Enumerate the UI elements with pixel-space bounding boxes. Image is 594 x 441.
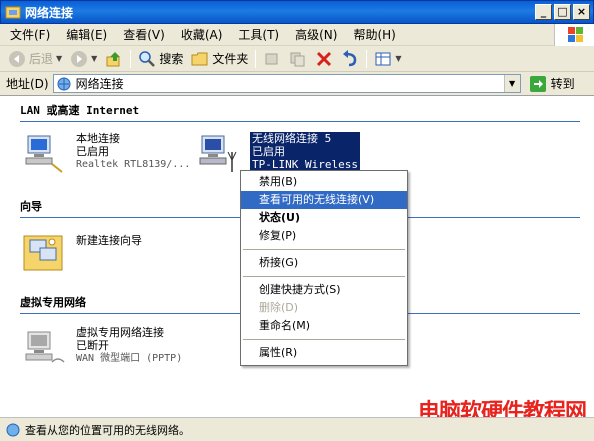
delete-button[interactable] <box>311 48 337 70</box>
forward-arrow-icon <box>71 50 88 67</box>
window-title: 网络连接 <box>25 5 74 20</box>
network-status-icon <box>6 423 20 436</box>
local-connection-status: 已启用 <box>76 145 109 158</box>
back-dropdown-icon[interactable]: ▼ <box>56 54 62 63</box>
new-connection-wizard-item[interactable]: 新建连接向导 <box>22 230 142 274</box>
menu-disable[interactable]: 禁用(B) <box>241 173 407 191</box>
menu-rename[interactable]: 重命名(M) <box>241 317 407 335</box>
back-button[interactable]: 后退 ▼ <box>4 48 66 70</box>
move-to-button[interactable] <box>259 48 285 70</box>
new-connection-wizard-name: 新建连接向导 <box>76 234 142 247</box>
address-bar: 地址(D) 网络连接 ▼ 转到 <box>0 72 594 96</box>
network-globe-icon <box>57 77 71 90</box>
menu-status[interactable]: 状态(U) <box>241 209 407 227</box>
vpn-connection-item[interactable]: 虚拟专用网络连接 已断开 WAN 微型端口 (PPTP) <box>22 326 182 370</box>
address-value: 网络连接 <box>75 77 124 91</box>
views-dropdown-icon[interactable]: ▼ <box>395 54 401 63</box>
group-header-lan: LAN 或高速 Internet <box>20 102 580 122</box>
local-connection-name: 本地连接 <box>76 132 120 145</box>
local-connection-item[interactable]: 本地连接 已启用 Realtek RTL8139/... <box>22 132 190 176</box>
toolbar-separator <box>130 49 132 68</box>
views-button[interactable]: ▼ <box>370 48 405 70</box>
menu-separator <box>243 339 405 340</box>
search-button[interactable]: 搜索 <box>134 48 187 70</box>
copy-to-icon <box>290 52 305 66</box>
menu-file[interactable]: 文件(F) <box>4 24 60 45</box>
close-button[interactable]: × <box>573 4 590 20</box>
menu-bar: 文件(F) 编辑(E) 查看(V) 收藏(A) 工具(T) 高级(N) 帮助(H… <box>0 24 594 46</box>
wireless-connection-icon <box>199 135 237 172</box>
network-folder-icon <box>5 6 21 19</box>
folders-button[interactable]: 文件夹 <box>187 48 252 70</box>
minimize-button[interactable]: _ <box>535 4 552 20</box>
menu-bridge[interactable]: 桥接(G) <box>241 254 407 272</box>
wireless-connection-status: 已启用 <box>252 145 285 158</box>
toolbar-separator <box>255 49 257 68</box>
up-button[interactable] <box>101 48 127 70</box>
menu-edit[interactable]: 编辑(E) <box>60 24 117 45</box>
status-text: 查看从您的位置可用的无线网络。 <box>25 423 190 437</box>
copy-to-button[interactable] <box>285 48 311 70</box>
title-bar: 网络连接 _ □ × <box>0 0 594 24</box>
wizard-icon <box>23 235 63 271</box>
back-arrow-icon <box>9 50 25 67</box>
status-bar: 查看从您的位置可用的无线网络。 <box>0 417 594 441</box>
menu-help[interactable]: 帮助(H) <box>347 24 405 45</box>
menu-view[interactable]: 查看(V) <box>117 24 175 45</box>
go-label: 转到 <box>550 77 575 91</box>
menu-tools[interactable]: 工具(T) <box>232 24 289 45</box>
lan-connection-icon <box>25 135 63 173</box>
menu-properties[interactable]: 属性(R) <box>241 344 407 362</box>
menu-advanced[interactable]: 高级(N) <box>289 24 347 45</box>
vpn-connection-icon <box>25 331 65 363</box>
undo-button[interactable] <box>337 48 363 70</box>
vpn-connection-status: 已断开 <box>76 339 109 352</box>
up-folder-icon <box>106 51 121 66</box>
views-grid-icon <box>375 52 391 65</box>
maximize-button[interactable]: □ <box>554 4 571 20</box>
windows-logo <box>554 24 594 46</box>
address-dropdown-icon[interactable]: ▼ <box>503 75 520 92</box>
wireless-connection-label: 无线网络连接 5 已启用 TP-LINK Wireless <box>250 132 360 171</box>
menu-delete: 删除(D) <box>259 301 299 314</box>
search-label: 搜索 <box>159 52 184 66</box>
menu-separator <box>243 276 405 277</box>
forward-button[interactable]: ▼ <box>66 48 101 70</box>
back-label: 后退 <box>29 52 54 66</box>
menu-create-shortcut[interactable]: 创建快捷方式(S) <box>241 281 407 299</box>
toolbar-separator <box>366 49 368 68</box>
go-button[interactable]: 转到 <box>529 75 575 93</box>
menu-view-wireless[interactable]: 查看可用的无线连接(V) <box>241 191 407 209</box>
go-arrow-icon <box>529 75 546 92</box>
address-label: 地址(D) <box>6 77 49 91</box>
menu-repair[interactable]: 修复(P) <box>241 227 407 245</box>
menu-separator <box>243 249 405 250</box>
windows-flag-icon <box>568 27 583 42</box>
folders-label: 文件夹 <box>212 52 249 66</box>
address-input[interactable]: 网络连接 ▼ <box>52 74 521 93</box>
forward-dropdown-icon[interactable]: ▼ <box>91 54 97 63</box>
local-connection-device: Realtek RTL8139/... <box>76 159 191 170</box>
menu-favorites[interactable]: 收藏(A) <box>175 24 233 45</box>
wireless-connection-name: 无线网络连接 5 <box>252 132 332 145</box>
delete-x-icon <box>317 51 332 66</box>
vpn-connection-name: 虚拟专用网络连接 <box>76 326 164 339</box>
folder-icon <box>191 52 208 65</box>
toolbar: 后退 ▼ ▼ 搜索 文件夹 ▼ <box>0 46 594 72</box>
vpn-connection-device: WAN 微型端口 (PPTP) <box>76 353 183 364</box>
undo-icon <box>343 49 357 66</box>
move-to-icon <box>265 53 278 64</box>
search-icon <box>139 50 156 67</box>
context-menu: 禁用(B) 查看可用的无线连接(V) 状态(U) 修复(P) 桥接(G) 创建快… <box>240 170 408 366</box>
